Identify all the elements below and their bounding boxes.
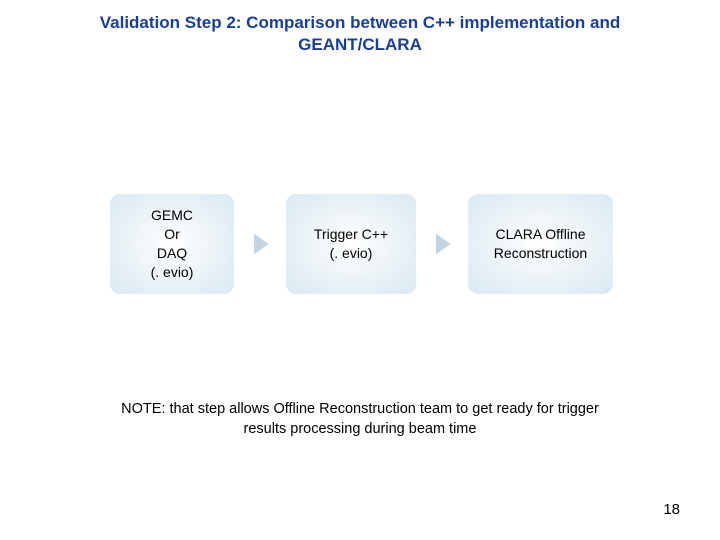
box2-line2: (. evio) [330, 244, 373, 263]
page-number: 18 [663, 501, 680, 518]
flow-box-gemc-daq: GEMC Or DAQ (. evio) [110, 194, 234, 294]
title-line-2: GEANT/CLARA [298, 35, 422, 54]
box1-line2: Or [164, 225, 180, 244]
box1-line4: (. evio) [151, 263, 194, 282]
slide: Validation Step 2: Comparison between C+… [0, 0, 720, 540]
flow-diagram: GEMC Or DAQ (. evio) Trigger C++ (. evio… [110, 194, 650, 294]
note-line-1: NOTE: that step allows Offline Reconstru… [121, 401, 599, 417]
box1-line3: DAQ [157, 244, 187, 263]
box3-line1: CLARA Offline [495, 225, 585, 244]
box2-line1: Trigger C++ [314, 225, 388, 244]
flow-box-trigger-cpp: Trigger C++ (. evio) [286, 194, 416, 294]
note-text: NOTE: that step allows Offline Reconstru… [40, 400, 680, 439]
box1-line1: GEMC [151, 206, 193, 225]
slide-title: Validation Step 2: Comparison between C+… [0, 12, 720, 56]
flow-box-clara-offline: CLARA Offline Reconstruction [468, 194, 613, 294]
note-line-2: results processing during beam time [244, 421, 477, 437]
title-line-1: Validation Step 2: Comparison between C+… [100, 13, 620, 32]
arrow-1 [234, 234, 286, 254]
arrow-2 [416, 234, 468, 254]
box3-line2: Reconstruction [494, 244, 587, 263]
